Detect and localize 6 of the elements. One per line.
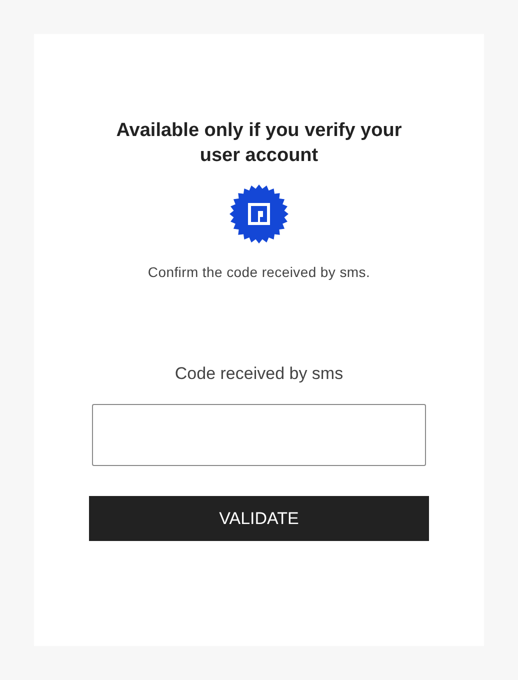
title: Available only if you verify your user account <box>115 119 403 168</box>
code-input-field[interactable] <box>92 404 426 466</box>
verified-badge-icon <box>229 184 289 244</box>
instruction-text: Confirm the code received by sms. <box>148 264 370 280</box>
field-label: Code received by sms <box>174 364 344 384</box>
validate-button[interactable]: VALIDATE <box>89 496 429 541</box>
